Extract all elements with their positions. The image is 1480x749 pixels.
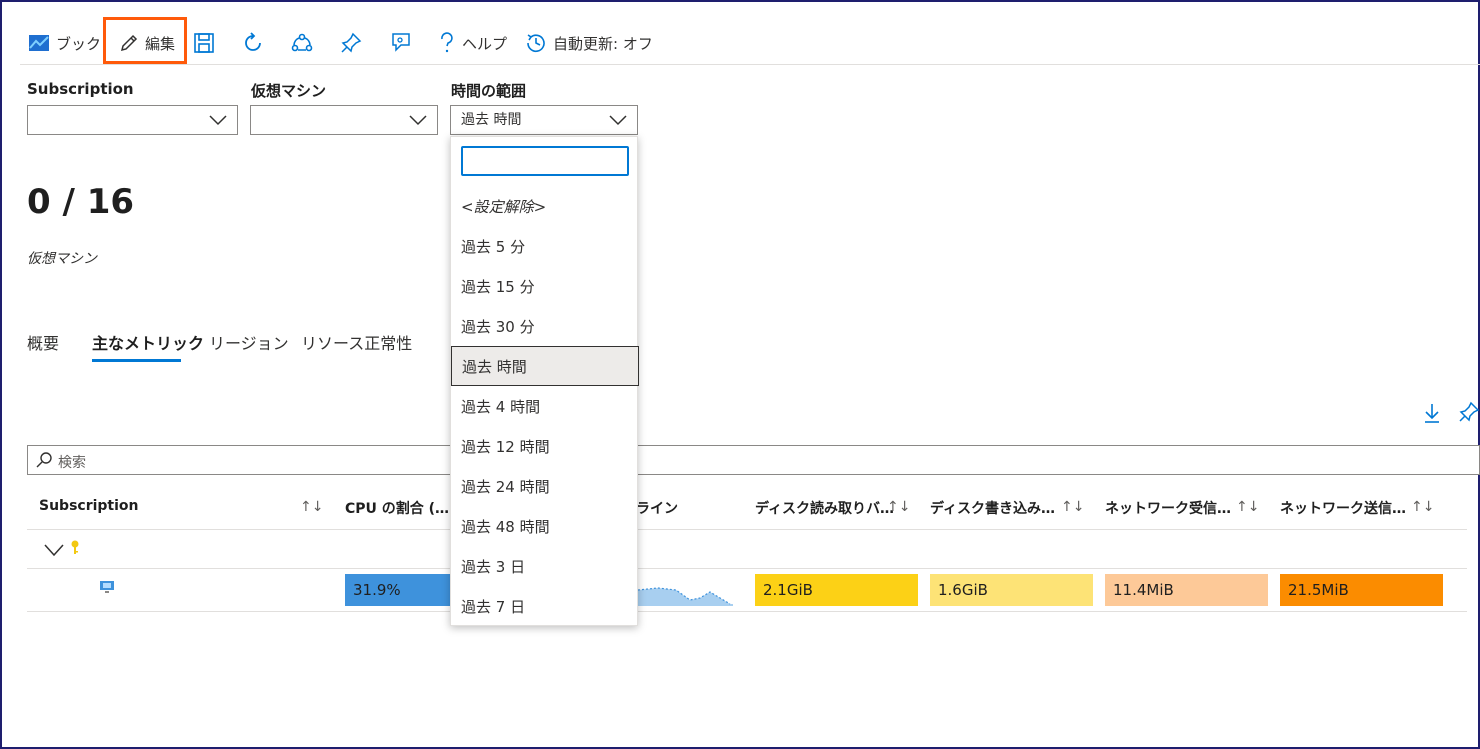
sort-disk-read[interactable]: ↑↓ — [887, 499, 910, 515]
tab-region[interactable]: リージョン — [209, 330, 289, 354]
sort-subscription[interactable]: ↑↓ — [300, 499, 323, 515]
disk-write-value: 1.6GiB — [938, 581, 988, 599]
history-icon — [527, 34, 545, 53]
dropdown-item-clear[interactable]: <設定解除> — [451, 187, 637, 227]
sort-disk-write[interactable]: ↑↓ — [1061, 499, 1084, 515]
key-icon — [71, 540, 79, 554]
network-out-bar: 21.5MiB — [1280, 574, 1443, 606]
auto-refresh-label: 自動更新: オフ — [553, 34, 653, 53]
dropdown-item-7days[interactable]: 過去 7 日 — [451, 587, 637, 627]
tab-key-metrics[interactable]: 主なメトリック — [92, 330, 204, 354]
workbook-icon — [29, 35, 49, 51]
group-row-divider — [27, 568, 1467, 569]
col-header-disk-read: ディスク読み取りバ… — [755, 501, 895, 517]
pin-icon — [341, 32, 362, 53]
share-button[interactable] — [291, 28, 313, 58]
col-header-timeline: ライン — [636, 501, 678, 517]
time-range-dropdown: <設定解除> 過去 5 分 過去 15 分 過去 30 分 過去 時間 過去 4… — [450, 136, 639, 627]
time-range-select[interactable]: 過去 時間 — [450, 105, 638, 135]
dropdown-item-3days[interactable]: 過去 3 日 — [451, 547, 637, 587]
workbook-button[interactable]: ブック — [28, 28, 101, 58]
save-button[interactable] — [193, 28, 215, 58]
sort-network-out[interactable]: ↑↓ — [1411, 499, 1434, 515]
virtual-machine-icon — [100, 581, 114, 593]
network-out-value: 21.5MiB — [1288, 581, 1349, 599]
vm-count: 0 / 16 — [27, 182, 135, 222]
tab-overview[interactable]: 概要 — [27, 330, 59, 354]
timeline-sparkline — [638, 587, 733, 606]
sort-network-in[interactable]: ↑↓ — [1236, 499, 1259, 515]
toolbar-divider — [20, 64, 1480, 65]
dropdown-item-4hours[interactable]: 過去 4 時間 — [451, 387, 637, 427]
dropdown-item-5min[interactable]: 過去 5 分 — [451, 227, 637, 267]
feedback-button[interactable] — [389, 28, 413, 58]
edit-highlight-box — [103, 17, 187, 64]
time-range-param-label: 時間の範囲 — [451, 82, 527, 100]
col-header-cpu: CPU の割合 (… — [345, 501, 450, 517]
download-icon[interactable] — [1423, 402, 1441, 424]
dropdown-item-15min[interactable]: 過去 15 分 — [451, 267, 637, 307]
col-header-disk-write: ディスク書き込み… — [930, 501, 1056, 517]
subscription-select[interactable] — [27, 105, 238, 135]
dropdown-item-12hours[interactable]: 過去 12 時間 — [451, 427, 637, 467]
help-button[interactable]: ヘルプ — [438, 28, 507, 58]
refresh-icon — [245, 32, 261, 51]
pin-icon[interactable] — [1459, 401, 1479, 423]
network-in-bar: 11.4MiB — [1105, 574, 1268, 606]
vm-select[interactable] — [250, 105, 438, 135]
disk-read-bar: 2.1GiB — [755, 574, 918, 606]
data-row-divider — [27, 611, 1467, 612]
col-header-subscription: Subscription — [39, 498, 139, 514]
vm-count-caption: 仮想マシン — [27, 251, 97, 267]
pin-button[interactable] — [340, 28, 362, 58]
search-placeholder: 検索 — [58, 455, 86, 471]
disk-write-bar: 1.6GiB — [930, 574, 1093, 606]
dropdown-item-30min[interactable]: 過去 30 分 — [451, 307, 637, 347]
vm-param-label: 仮想マシン — [251, 82, 327, 100]
feedback-icon — [392, 33, 410, 52]
chevron-down-icon[interactable] — [44, 543, 64, 557]
col-header-network-in: ネットワーク受信… — [1105, 501, 1231, 517]
col-header-network-out: ネットワーク送信… — [1280, 501, 1406, 517]
chevron-down-icon — [409, 115, 427, 126]
subscription-param-label: Subscription — [27, 80, 134, 98]
dropdown-filter-input[interactable] — [461, 146, 629, 176]
grid-search-input[interactable]: 検索 — [27, 445, 1480, 475]
cpu-bar: 31.9% — [345, 574, 450, 606]
header-divider — [27, 529, 1467, 530]
time-range-value: 過去 時間 — [461, 112, 522, 128]
cpu-value: 31.9% — [353, 581, 401, 599]
network-in-value: 11.4MiB — [1113, 581, 1174, 599]
help-label: ヘルプ — [462, 34, 508, 53]
search-icon — [36, 452, 52, 468]
dropdown-item-24hours[interactable]: 過去 24 時間 — [451, 467, 637, 507]
tab-resource-health[interactable]: リソース正常性 — [301, 330, 412, 354]
dropdown-item-48hours[interactable]: 過去 48 時間 — [451, 507, 637, 547]
auto-refresh-button[interactable]: 自動更新: オフ — [525, 28, 653, 58]
save-icon — [194, 33, 214, 53]
active-tab-underline — [92, 359, 181, 362]
chevron-down-icon — [209, 115, 227, 126]
disk-read-value: 2.1GiB — [763, 581, 813, 599]
help-icon — [441, 32, 453, 53]
share-icon — [291, 33, 313, 52]
chevron-down-icon — [609, 115, 627, 126]
dropdown-item-1hour[interactable]: 過去 時間 — [451, 346, 639, 386]
workbook-label: ブック — [56, 34, 102, 53]
refresh-button[interactable] — [242, 28, 264, 58]
